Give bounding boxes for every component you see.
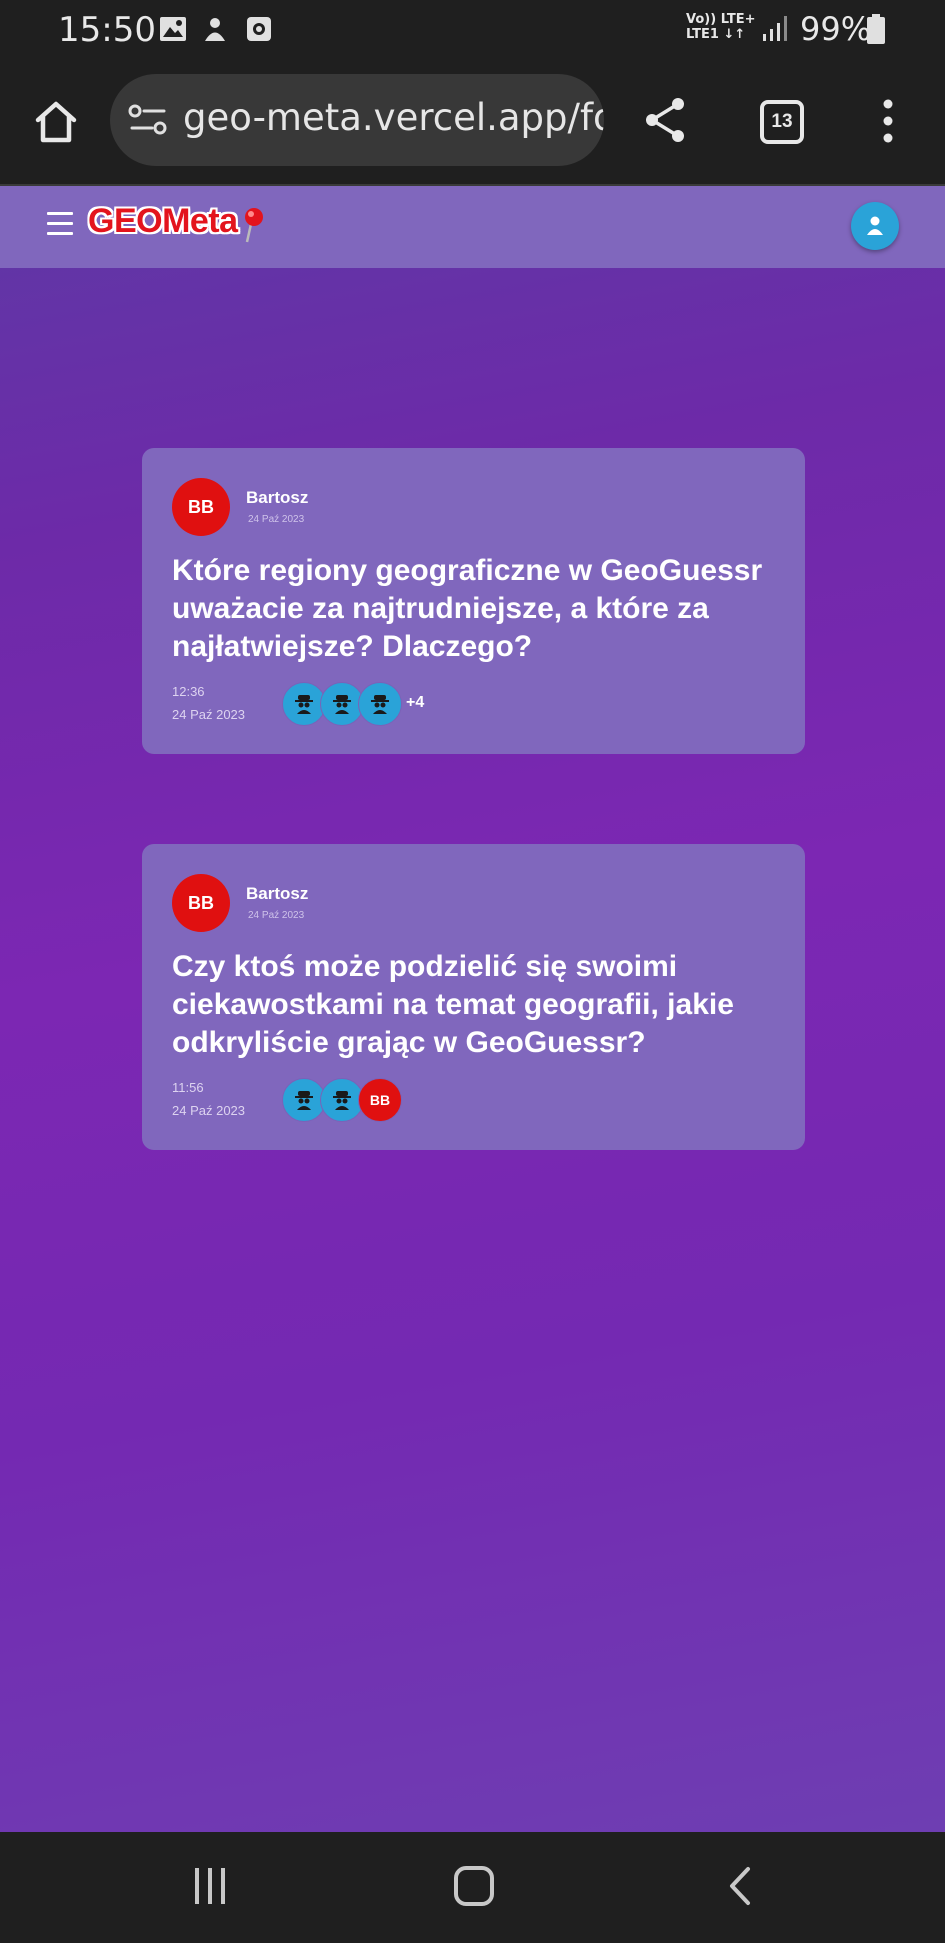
status-time: 15:50 [58,10,156,50]
anonymous-user-icon [295,1091,313,1110]
post-time: 12:36 [172,684,205,699]
map-pin-icon [245,208,263,243]
participant-avatar: BB [358,1078,402,1122]
post-time: 11:56 [172,1080,204,1095]
post-title[interactable]: Które regiony geograficzne w GeoGuessr u… [172,552,782,666]
battery-icon [867,14,885,44]
author-avatar[interactable]: BB [172,478,230,536]
user-profile-button[interactable] [851,202,899,250]
more-vert-icon[interactable] [880,98,896,144]
post-card[interactable]: BB Bartosz 24 Paź 2023 Które regiony geo… [142,448,805,754]
page-content: GEOMeta BB Bartosz 24 Paź 2023 Które reg… [0,186,945,1832]
app-header: GEOMeta [0,186,945,268]
app-logo[interactable]: GEOMeta [88,202,238,241]
anonymous-user-icon [333,1091,351,1110]
battery-percent: 99% [800,10,872,48]
browser-toolbar: geo-meta.vercel.app/fo 13 [0,62,945,186]
author-name[interactable]: Bartosz [246,884,308,904]
recent-apps-icon[interactable] [192,1866,228,1906]
post-timestamp: 12:36 24 Paź 2023 [172,680,245,726]
signal-icon [763,16,787,41]
gallery-icon [160,17,186,41]
post-date: 24 Paź 2023 [172,1103,246,1118]
url-text[interactable]: geo-meta.vercel.app/fo [183,96,604,139]
network-indicator: Vo)) LTE+ LTE1 ↓↑ [686,12,755,42]
post-title[interactable]: Czy ktoś może podzielić się swoimi cieka… [172,948,782,1062]
author-avatar[interactable]: BB [172,874,230,932]
post-timestamp: 11:56 24 Paź 2023 [172,1076,245,1122]
sync-icon [205,18,225,41]
author-name[interactable]: Bartosz [246,488,308,508]
participant-avatar [358,682,402,726]
back-icon[interactable] [728,1866,752,1906]
post-date: 24 Paź 2023 [172,707,246,722]
author-date: 24 Paź 2023 [248,514,305,525]
home-icon[interactable] [30,96,82,148]
menu-icon[interactable] [47,212,73,236]
author-date: 24 Paź 2023 [248,910,305,921]
network-line2: LTE1 ↓↑ [686,27,746,42]
tabs-count-button[interactable]: 13 [760,100,804,144]
user-icon [867,216,883,235]
screen-recorder-icon [247,17,271,41]
network-line1: Vo)) LTE+ [686,12,756,27]
anonymous-user-icon [333,695,351,714]
anonymous-user-icon [371,695,389,714]
more-participants-count: +4 [406,694,425,711]
system-nav-bar [0,1832,945,1943]
anonymous-user-icon [295,695,313,714]
post-card[interactable]: BB Bartosz 24 Paź 2023 Czy ktoś może pod… [142,844,805,1150]
status-bar: 15:50 Vo)) LTE+ LTE1 ↓↑ 99% [0,0,945,62]
home-nav-icon[interactable] [454,1866,494,1906]
address-bar[interactable]: geo-meta.vercel.app/fo [110,74,604,166]
site-settings-icon[interactable] [128,104,168,136]
share-icon[interactable] [640,94,692,146]
